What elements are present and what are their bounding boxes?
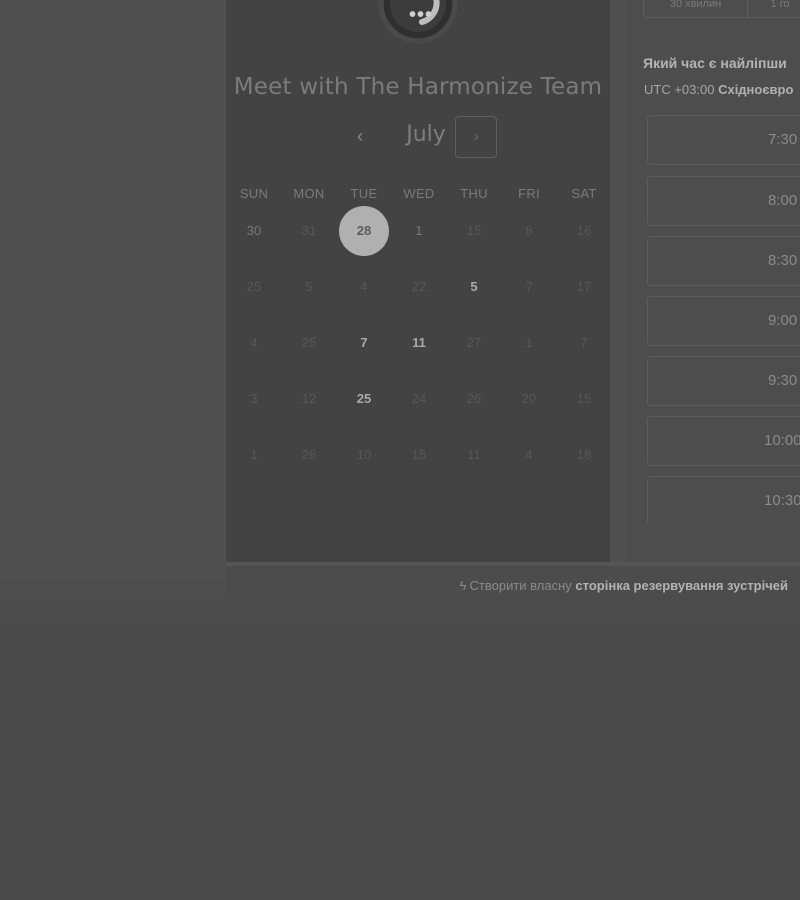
weekday-label: MON [293,186,325,201]
calendar-day: 26 [301,447,317,462]
calendar-day: 4 [360,279,368,294]
calendar-day: 17 [576,279,592,294]
time-slot[interactable]: 9:00 [647,296,800,346]
calendar-day: 1 [250,447,258,462]
calendar-day: 4 [525,447,533,462]
time-slot[interactable]: 8:00 [647,176,800,226]
month-navigation: ‹ July › [226,116,610,158]
calendar-day: 1 [525,335,533,350]
time-slot-label: 10:00 [764,432,800,449]
calendar-day[interactable]: 11 [394,318,444,368]
calendar-day: 24 [411,391,427,406]
time-slot[interactable]: 10:30 [647,476,800,522]
calendar-day: 4 [250,335,258,350]
calendar-day: 7 [525,279,533,294]
month-label: July [406,122,446,147]
weekday-label: WED [403,186,435,201]
next-month-button[interactable]: › [455,116,497,158]
time-slot[interactable]: 9:30 [647,356,800,406]
duration-tabs: 30 хвилин 1 го [643,0,800,18]
calendar-day: 25 [301,335,317,350]
calendar-day: 27 [466,335,482,350]
calendar-day: 11 [467,447,481,462]
time-slot-label: 8:00 [768,192,798,209]
calendar-day[interactable]: 7 [339,318,389,368]
footer-promo[interactable]: ϟ Створити власну сторінка резервування з… [460,578,788,593]
duration-tab-1h[interactable]: 1 го [748,0,800,17]
weekday-label: THU [460,186,488,201]
calendar-day: 15 [466,223,482,238]
chevron-right-icon: › [473,128,479,145]
time-question: Який час є найліпши [643,55,787,71]
calendar-day: 1 [415,223,423,238]
time-slot-label: 8:30 [768,252,798,269]
calendar-day: 22 [411,279,427,294]
calendar-day[interactable]: 25 [339,374,389,424]
time-slot-label: 9:00 [768,312,798,329]
time-slot[interactable]: 8:30 [647,236,800,286]
calendar-day: 30 [246,223,262,238]
page-footer: ϟ Створити власну сторінка резервування з… [226,562,800,612]
duration-tab-30min[interactable]: 30 хвилин [644,0,747,17]
time-slot-label: 9:30 [768,372,798,389]
more-icon: ••• [409,4,434,26]
calendar-day: 20 [521,391,537,406]
selected-day[interactable]: 28 [339,206,389,256]
calendar-day: 8 [525,223,533,238]
hubspot-logo-icon: ϟ [459,578,467,593]
weekday-label: SUN [239,186,269,201]
weekday-label: TUE [350,186,378,201]
calendar-day: 18 [576,447,592,462]
page-title: Meet with The Harmonize Team [233,74,603,100]
timezone-label[interactable]: UTC +03:00 Східноєвро [644,82,793,97]
footer-prefix: Створити власну [469,578,572,593]
time-slot-label: 7:30 [768,131,798,148]
chevron-left-icon[interactable]: ‹ [350,124,370,148]
calendar-day: 10 [356,447,372,462]
calendar-day: 31 [301,223,317,238]
calendar-day: 26 [466,391,482,406]
time-slot-label: 10:30 [764,492,800,509]
calendar-day: 15 [576,391,592,406]
weekday-label: SAT [571,186,597,201]
time-slot[interactable]: 10:00 [647,416,800,466]
calendar-day: 7 [580,335,588,350]
calendar-day: 3 [250,391,258,406]
footer-link[interactable]: сторінка резервування зустрічей [575,578,788,593]
calendar-day: 15 [411,447,427,462]
calendar-day[interactable]: 5 [449,262,499,312]
calendar-day: 16 [576,223,592,238]
time-slot[interactable]: 7:30 [647,115,800,165]
timezone-offset: UTC +03:00 [644,82,715,97]
weekday-label: FRI [518,186,540,201]
calendar-day: 5 [305,279,313,294]
calendar-day: 12 [301,391,317,406]
timezone-name: Східноєвро [718,82,794,97]
calendar-day: 25 [246,279,262,294]
